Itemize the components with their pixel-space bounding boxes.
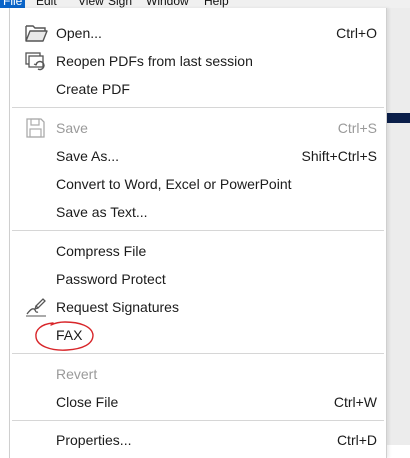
menu-separator	[12, 230, 384, 231]
menu-item-request-signatures[interactable]: Request Signatures	[10, 294, 386, 320]
menu-item-label: Compress File	[56, 243, 147, 259]
menu-item-shortcut: Ctrl+O	[336, 25, 377, 41]
menu-item-save-as[interactable]: Save As... Shift+Ctrl+S	[10, 143, 386, 169]
menu-item-label: Request Signatures	[56, 299, 179, 315]
menu-item-label: Open...	[56, 25, 102, 41]
menu-edit[interactable]: Edit	[36, 0, 57, 8]
menu-item-open[interactable]: Open... Ctrl+O	[10, 20, 386, 46]
menu-separator	[12, 107, 384, 108]
app-background	[385, 8, 410, 445]
menu-item-shortcut: Ctrl+S	[337, 120, 377, 136]
signature-pen-icon	[24, 296, 48, 318]
menu-sign[interactable]: Sign	[108, 0, 132, 8]
menu-item-label: Properties...	[56, 432, 132, 448]
menu-bar: File Edit View Sign Window Help	[0, 0, 410, 8]
menu-item-password-protect[interactable]: Password Protect	[10, 266, 386, 292]
menu-item-compress-file[interactable]: Compress File	[10, 238, 386, 264]
reopen-pdfs-icon	[24, 50, 48, 72]
menu-item-label: Revert	[56, 366, 98, 382]
menu-separator	[12, 353, 384, 354]
menu-item-save[interactable]: Save Ctrl+S	[10, 115, 386, 141]
save-icon	[24, 117, 48, 139]
menu-item-label: Save as Text...	[56, 204, 148, 220]
folder-open-icon	[24, 22, 48, 44]
menu-window[interactable]: Window	[146, 0, 189, 8]
menu-separator	[12, 420, 384, 421]
app-toolbar-strip	[385, 113, 410, 123]
menu-help[interactable]: Help	[204, 0, 229, 8]
menu-item-shortcut: Shift+Ctrl+S	[301, 148, 377, 164]
menu-item-label: Convert to Word, Excel or PowerPoint	[56, 176, 292, 192]
menu-item-label: Reopen PDFs from last session	[56, 53, 253, 69]
menu-item-shortcut: Ctrl+D	[336, 432, 377, 448]
menu-item-label: Close File	[56, 394, 119, 410]
menu-item-label: Save As...	[56, 148, 120, 164]
menu-file[interactable]: File	[0, 0, 26, 8]
menu-item-reopen-pdfs[interactable]: Reopen PDFs from last session	[10, 48, 386, 74]
menu-item-create-pdf[interactable]: Create PDF	[10, 76, 386, 102]
menu-item-label: Create PDF	[56, 81, 130, 97]
menu-item-save-as-text[interactable]: Save as Text...	[10, 199, 386, 225]
menu-item-close-file[interactable]: Close File Ctrl+W	[10, 389, 386, 415]
annotation-circle	[35, 321, 94, 351]
menu-item-properties[interactable]: Properties... Ctrl+D	[10, 427, 386, 453]
menu-item-revert[interactable]: Revert	[10, 361, 386, 387]
menu-item-label: Password Protect	[56, 271, 166, 287]
menu-view[interactable]: View	[78, 0, 104, 8]
file-menu-dropdown: Open... Ctrl+O Reopen PDFs from last ses…	[9, 8, 387, 458]
menu-item-label: Save	[56, 120, 88, 136]
menu-item-shortcut: Ctrl+W	[333, 394, 377, 410]
menu-item-convert[interactable]: Convert to Word, Excel or PowerPoint	[10, 171, 386, 197]
